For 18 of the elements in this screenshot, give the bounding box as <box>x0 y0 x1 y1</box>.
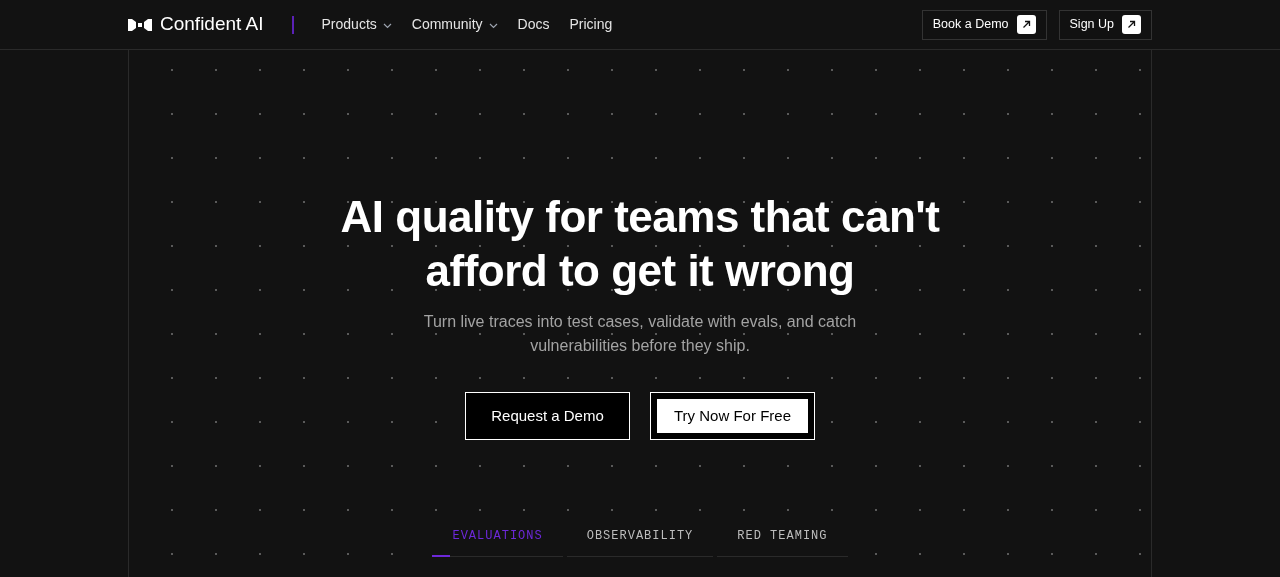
nav-link[interactable]: Community <box>411 14 498 35</box>
request-demo-button[interactable]: Request a Demo <box>465 392 630 440</box>
nav-link[interactable]: Docs <box>517 14 550 35</box>
nav-link[interactable]: Pricing <box>569 14 613 35</box>
header-action-button[interactable]: Sign Up <box>1058 9 1152 40</box>
nav-link[interactable]: Products <box>321 14 392 35</box>
feature-tab[interactable]: OBSERVABILITY <box>566 515 714 557</box>
brand-name[interactable]: Confident AI <box>160 10 264 39</box>
chevron-down-icon <box>382 22 392 29</box>
try-free-button[interactable]: Try Now For Free <box>650 392 815 440</box>
hero-headline: AI quality for teams that can't afford to get it wrong <box>339 191 941 297</box>
hero-subtitle: Turn live traces into test cases, validate with evals, and catch vulnerabilities before they ship. <box>422 312 858 356</box>
feature-tab[interactable]: RED TEAMING <box>717 515 848 557</box>
arrow-up-right-icon <box>1122 15 1141 34</box>
header-action-button[interactable]: Book a Demo <box>921 9 1047 40</box>
logo-icon <box>128 18 152 31</box>
chevron-down-icon <box>488 22 498 29</box>
arrow-up-right-icon <box>1016 15 1036 34</box>
